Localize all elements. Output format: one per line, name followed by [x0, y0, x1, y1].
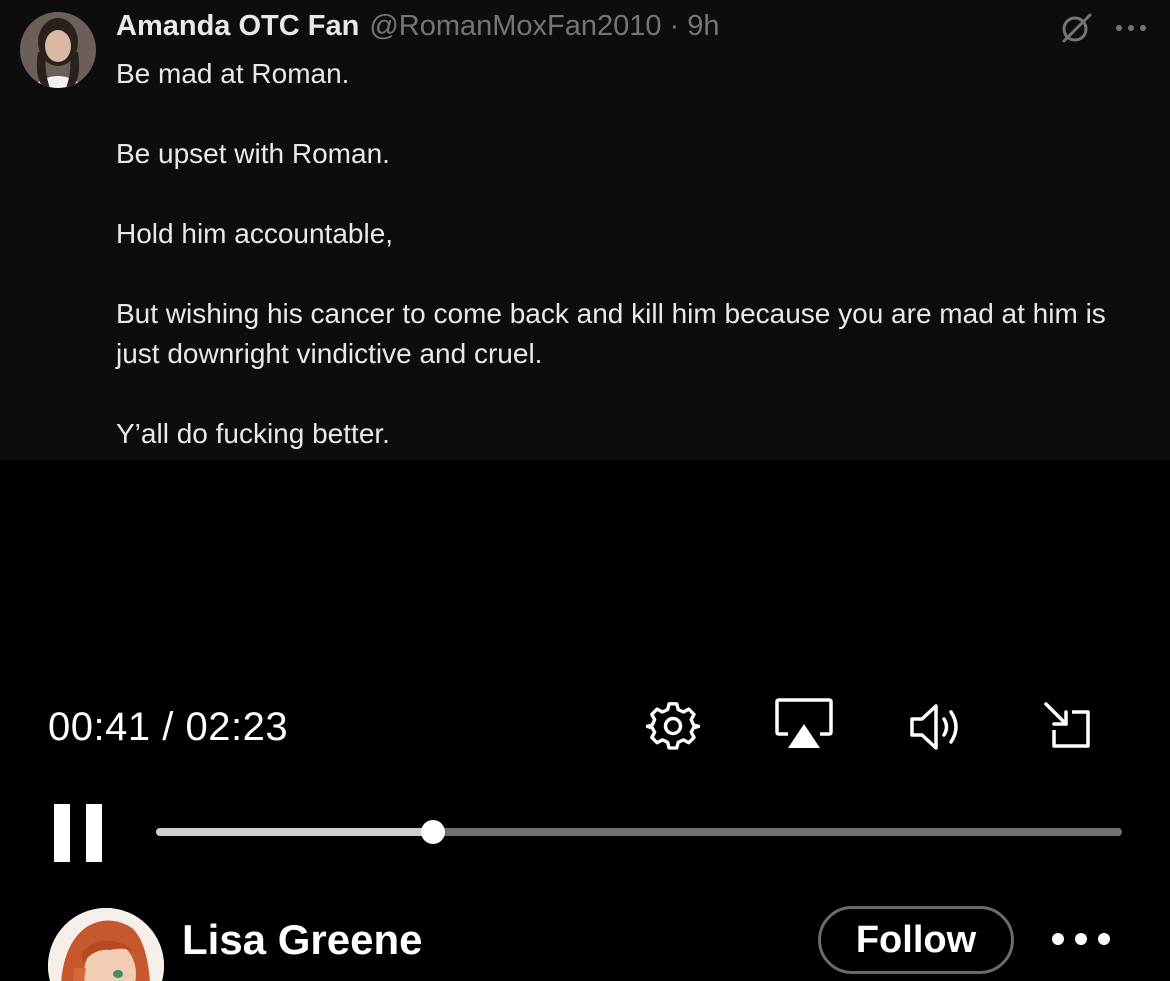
tweet-handle: @RomanMoxFan2010	[369, 10, 662, 42]
tweet-paragraph: Be mad at Roman.	[116, 58, 350, 89]
gear-icon[interactable]	[646, 700, 700, 754]
tweet-header: Amanda OTC Fan @RomanMoxFan2010 · 9h	[116, 10, 719, 46]
time-separator: /	[162, 705, 174, 749]
volume-icon[interactable]	[908, 702, 966, 752]
tweet-paragraph: Y’all do fucking better.	[116, 418, 390, 449]
tweet-paragraph: But wishing his cancer to come back and …	[116, 298, 1106, 369]
minimize-icon[interactable]	[1042, 700, 1094, 752]
more-horizontal-icon	[1116, 25, 1146, 31]
current-time: 00:41	[48, 705, 151, 749]
tweet-timestamp: 9h	[687, 10, 720, 42]
seek-bar-played	[156, 828, 433, 836]
duration: 02:23	[185, 705, 289, 749]
avatar-image	[20, 12, 96, 88]
tweet-paragraph: Be upset with Roman.	[116, 138, 390, 169]
author-avatar[interactable]	[48, 908, 164, 981]
tweet-text: Be mad at Roman. Be upset with Roman. Ho…	[116, 54, 1136, 454]
pause-button[interactable]	[54, 804, 102, 862]
seek-bar[interactable]	[156, 820, 1122, 844]
follow-button[interactable]: Follow	[818, 906, 1014, 974]
tweet-separator: ·	[669, 10, 680, 42]
grok-icon	[1062, 13, 1092, 43]
tweet-author-avatar	[20, 12, 96, 88]
more-horizontal-icon[interactable]	[1050, 930, 1112, 948]
author-name[interactable]: Lisa Greene	[182, 914, 422, 966]
tweet-display-name: Amanda OTC Fan	[116, 10, 360, 42]
avatar-image	[48, 908, 164, 981]
playback-time: 00:41 / 02:23	[48, 700, 288, 754]
airplay-icon[interactable]	[774, 696, 834, 752]
pause-icon	[54, 804, 70, 862]
seek-bar-thumb[interactable]	[420, 820, 445, 844]
tweet-paragraph: Hold him accountable,	[116, 218, 394, 249]
embedded-tweet: Amanda OTC Fan @RomanMoxFan2010 · 9h Be …	[0, 0, 1170, 460]
